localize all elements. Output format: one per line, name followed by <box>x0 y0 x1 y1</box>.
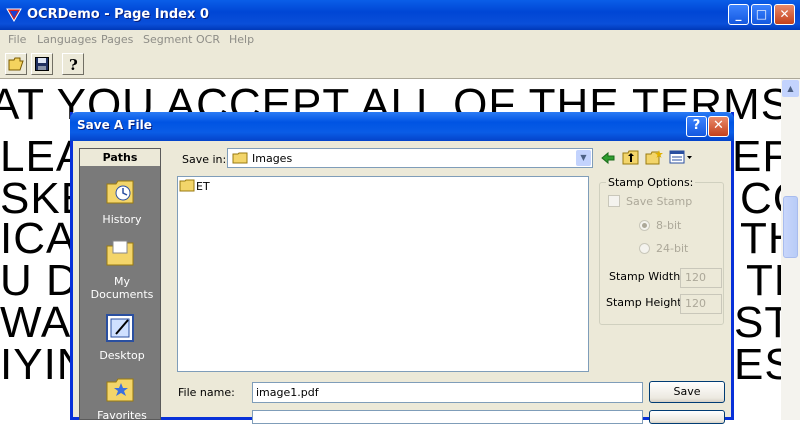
stamp-options-legend: Stamp Options: <box>606 176 696 189</box>
file-list[interactable] <box>177 176 589 372</box>
up-folder-icon[interactable] <box>622 149 640 165</box>
view-menu-icon[interactable] <box>669 150 693 164</box>
doc-fragment-3: TH <box>740 214 781 263</box>
menu-help[interactable]: Help <box>229 33 254 46</box>
radio-8bit[interactable] <box>639 220 650 231</box>
radio-24bit-label: 24-bit <box>656 242 689 255</box>
toolbar <box>0 50 800 79</box>
close-button[interactable]: ✕ <box>774 4 795 25</box>
place-history[interactable]: History <box>82 213 162 226</box>
save-button[interactable]: Save <box>649 381 725 403</box>
file-item-et[interactable]: ET <box>196 180 210 193</box>
place-favorites[interactable]: Favorites <box>82 409 162 422</box>
menu-file[interactable]: File <box>8 33 26 46</box>
save-in-label: Save in: <box>182 153 227 166</box>
radio-24bit[interactable] <box>639 243 650 254</box>
save-button-toolbar[interactable] <box>31 53 53 75</box>
menu-ocr[interactable]: OCR <box>196 33 220 46</box>
file-type-dropdown[interactable] <box>252 410 643 424</box>
floppy-disk-icon <box>35 57 49 71</box>
history-icon <box>106 180 134 204</box>
doc-fragment-6: ES <box>734 340 781 389</box>
favorites-icon <box>106 378 134 402</box>
menu-languages[interactable]: Languages <box>37 33 97 46</box>
menu-pages[interactable]: Pages <box>101 33 133 46</box>
menu-segment[interactable]: Segment <box>143 33 193 46</box>
stamp-height-label: Stamp Height: <box>606 296 686 309</box>
doc-fragment-5: ST <box>734 298 781 347</box>
scroll-up-arrow-icon[interactable]: ▲ <box>782 80 799 97</box>
maximize-button[interactable]: □ <box>751 4 772 25</box>
app-icon <box>6 8 22 22</box>
folder-icon <box>179 179 195 192</box>
chevron-down-icon[interactable]: ▼ <box>576 150 591 166</box>
cancel-button[interactable] <box>649 410 725 424</box>
save-stamp-label: Save Stamp <box>626 195 693 208</box>
doc-line-4: ICA <box>0 214 77 263</box>
minimize-button[interactable]: _ <box>728 4 749 25</box>
desktop-icon <box>106 314 134 342</box>
stamp-width-input[interactable]: 120 <box>680 268 722 288</box>
new-folder-icon[interactable] <box>645 149 663 165</box>
dialog-help-button[interactable]: ? <box>686 116 707 137</box>
dialog-close-button[interactable]: ✕ <box>708 116 729 137</box>
place-my-documents[interactable]: My Documents <box>82 275 162 301</box>
svg-text:?: ? <box>69 56 78 72</box>
help-button[interactable]: ? <box>62 53 84 75</box>
dialog-title-bar <box>70 112 734 141</box>
dialog-title: Save A File <box>77 118 152 132</box>
paths-header: Paths <box>80 149 160 166</box>
file-name-label: File name: <box>178 386 235 399</box>
save-stamp-checkbox[interactable] <box>608 195 620 207</box>
radio-8bit-label: 8-bit <box>656 219 682 232</box>
open-folder-button[interactable] <box>5 53 27 75</box>
scrollbar-thumb[interactable] <box>783 196 798 258</box>
stamp-width-label: Stamp Width: <box>609 270 684 283</box>
my-documents-icon <box>106 240 134 266</box>
save-in-value: Images <box>252 152 293 165</box>
help-question-icon: ? <box>69 56 78 74</box>
stamp-height-input[interactable]: 120 <box>680 294 722 314</box>
save-in-dropdown[interactable]: Images ▼ <box>227 148 593 168</box>
window-title: OCRDemo - Page Index 0 <box>27 7 209 22</box>
doc-fragment-1: EFC <box>732 132 781 181</box>
doc-fragment-4: TE <box>746 256 781 305</box>
file-name-input[interactable]: image1.pdf <box>252 382 643 403</box>
file-name-value: image1.pdf <box>256 386 319 399</box>
back-arrow-icon[interactable] <box>600 150 616 166</box>
folder-icon <box>232 152 248 164</box>
open-folder-icon <box>8 57 24 71</box>
place-desktop[interactable]: Desktop <box>82 349 162 362</box>
